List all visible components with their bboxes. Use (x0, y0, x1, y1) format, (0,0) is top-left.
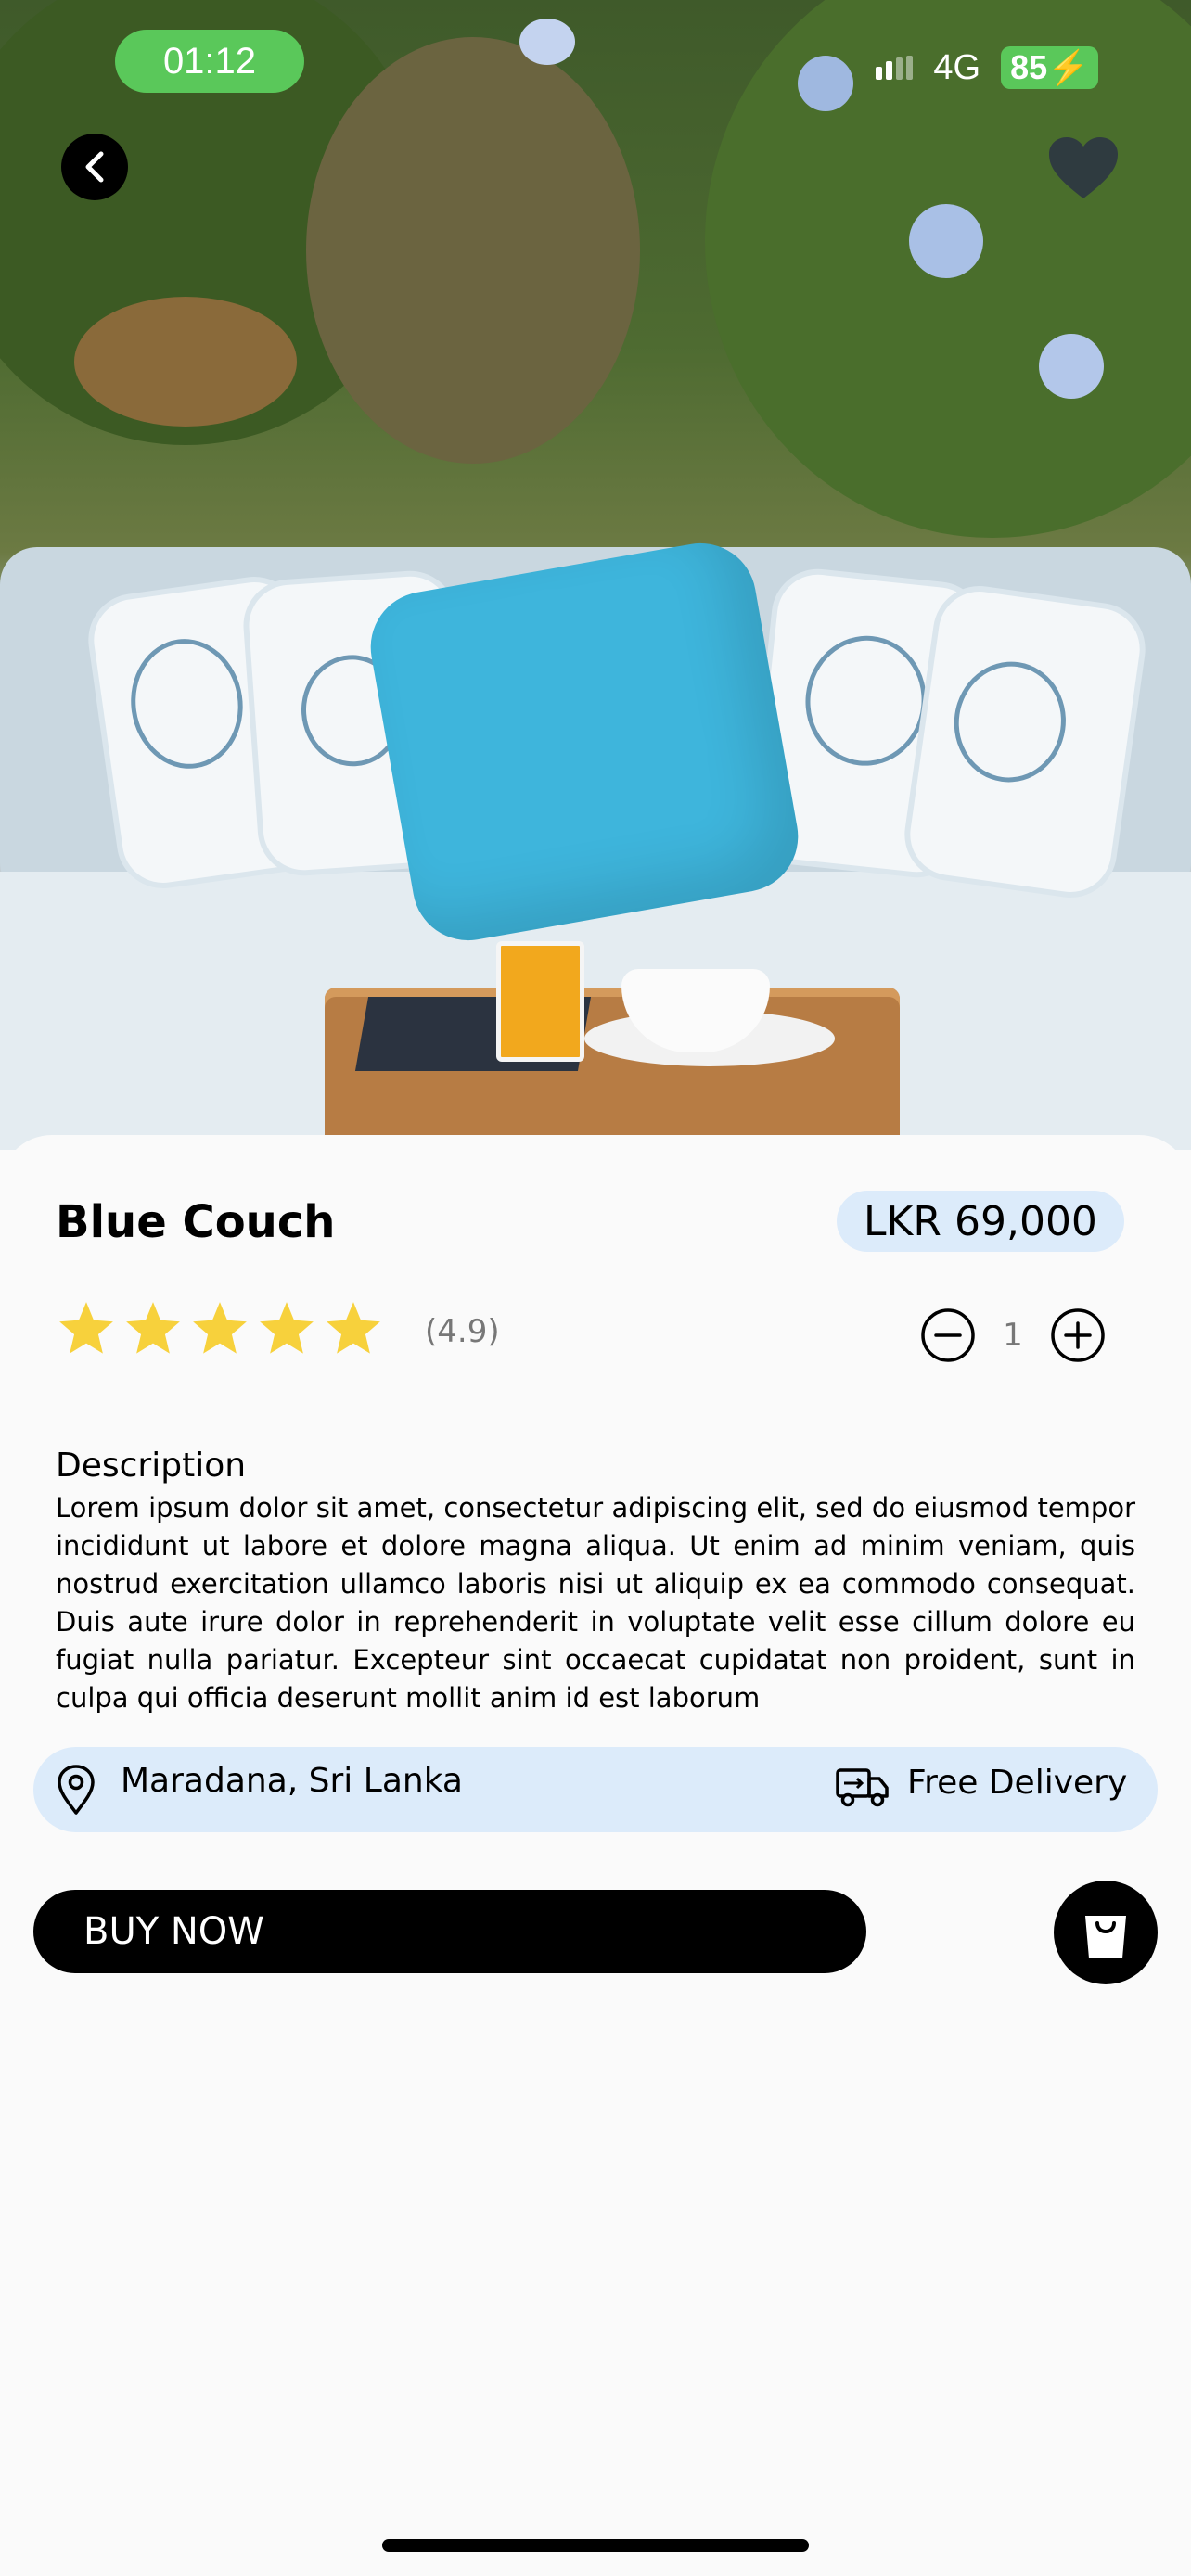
status-time: 01:12 (115, 30, 304, 93)
charging-icon: ⚡ (1047, 48, 1089, 86)
battery-level: 85 (1010, 48, 1048, 86)
pillow-pattern (946, 654, 1074, 790)
star-icon (260, 1302, 314, 1354)
pillow-pattern (799, 630, 933, 772)
buy-now-button[interactable]: BUY NOW (33, 1890, 866, 1973)
flower-shape (519, 19, 575, 65)
chevron-left-icon (85, 151, 104, 183)
location-text: Maradana, Sri Lanka (121, 1762, 463, 1800)
back-button[interactable] (61, 134, 128, 200)
favorite-button[interactable] (1046, 134, 1121, 202)
pillow-pattern (122, 631, 251, 776)
flower-shape (798, 56, 853, 111)
star-icon (327, 1302, 380, 1354)
map-pin-icon (58, 1765, 95, 1815)
rating-value: (4.9) (425, 1313, 500, 1350)
flower-shape (909, 204, 983, 278)
status-indicators: 4G 85⚡ (876, 45, 1098, 91)
star-rating (56, 1298, 384, 1359)
quantity-stepper: 1 (920, 1307, 1106, 1363)
star-icon (193, 1302, 247, 1354)
shopping-bag-icon (1085, 1916, 1126, 1958)
patterned-pillow (898, 580, 1152, 904)
juice-glass (496, 941, 584, 1062)
product-title: Blue Couch (56, 1196, 336, 1248)
minus-circle-icon[interactable] (920, 1307, 976, 1363)
battery-indicator: 85⚡ (1001, 46, 1098, 89)
stone-wall-shape (306, 37, 640, 464)
blue-pillow (362, 534, 807, 950)
home-indicator[interactable] (382, 2539, 809, 2552)
network-type: 4G (933, 47, 981, 87)
price-badge: LKR 69,000 (837, 1191, 1124, 1252)
signal-icon (876, 56, 914, 80)
buy-now-label: BUY NOW (83, 1910, 264, 1953)
delivery-text: Free Delivery (907, 1764, 1128, 1802)
quantity-value: 1 (1003, 1317, 1023, 1354)
heart-icon (1049, 137, 1118, 198)
flower-shape (1039, 334, 1104, 399)
star-icon (59, 1302, 113, 1354)
plus-circle-icon[interactable] (1050, 1307, 1106, 1363)
truck-icon (836, 1768, 889, 1807)
product-image (0, 0, 1191, 1150)
description-heading: Description (56, 1447, 247, 1485)
add-to-cart-button[interactable] (1054, 1881, 1158, 1984)
rock-shape (74, 297, 297, 427)
star-icon (126, 1302, 180, 1354)
description-text: Lorem ipsum dolor sit amet, consectetur … (56, 1492, 1135, 1714)
